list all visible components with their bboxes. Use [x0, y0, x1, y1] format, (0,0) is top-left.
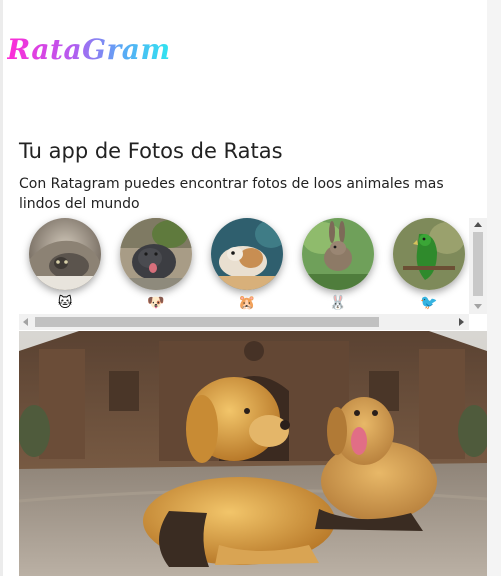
cat-emoji-icon: 🐱 [57, 295, 73, 311]
story-dog[interactable]: 🐶 [118, 218, 194, 314]
story-bird[interactable]: 🐦 [391, 218, 467, 314]
scroll-right-arrow-icon[interactable] [459, 318, 464, 326]
story-rabbit[interactable]: 🐰 [300, 218, 376, 314]
vertical-scroll-thumb[interactable] [473, 232, 483, 296]
hamster-emoji-icon: 🐹 [238, 295, 256, 311]
app-logo[interactable]: RataGram [7, 30, 171, 70]
story-avatar-cat[interactable] [29, 218, 101, 290]
story-avatar-rabbit[interactable] [302, 218, 374, 290]
feed-photo[interactable] [19, 331, 487, 576]
rabbit-emoji-icon: 🐰 [329, 295, 347, 311]
story-cat[interactable]: 🐱 [27, 218, 103, 314]
stories-vertical-scrollbar[interactable] [469, 218, 487, 314]
scroll-up-arrow-icon[interactable] [474, 222, 482, 227]
story-hamster[interactable]: 🐹 [209, 218, 285, 314]
scroll-down-arrow-icon[interactable] [474, 304, 482, 309]
page-edge-right [487, 0, 501, 576]
stories-horizontal-scrollbar[interactable] [19, 314, 469, 330]
horizontal-scroll-thumb[interactable] [35, 317, 379, 327]
bird-emoji-icon: 🐦 [420, 295, 438, 311]
page-edge-left [0, 0, 3, 576]
story-avatar-dog[interactable] [120, 218, 192, 290]
dog-emoji-icon: 🐶 [147, 295, 165, 311]
story-avatar-bird[interactable] [393, 218, 465, 290]
story-avatar-hamster[interactable] [211, 218, 283, 290]
scroll-left-arrow-icon[interactable] [23, 318, 28, 326]
page-heading: Tu app de Fotos de Ratas [19, 139, 283, 163]
page-description: Con Ratagram puedes encontrar fotos de l… [19, 176, 444, 212]
